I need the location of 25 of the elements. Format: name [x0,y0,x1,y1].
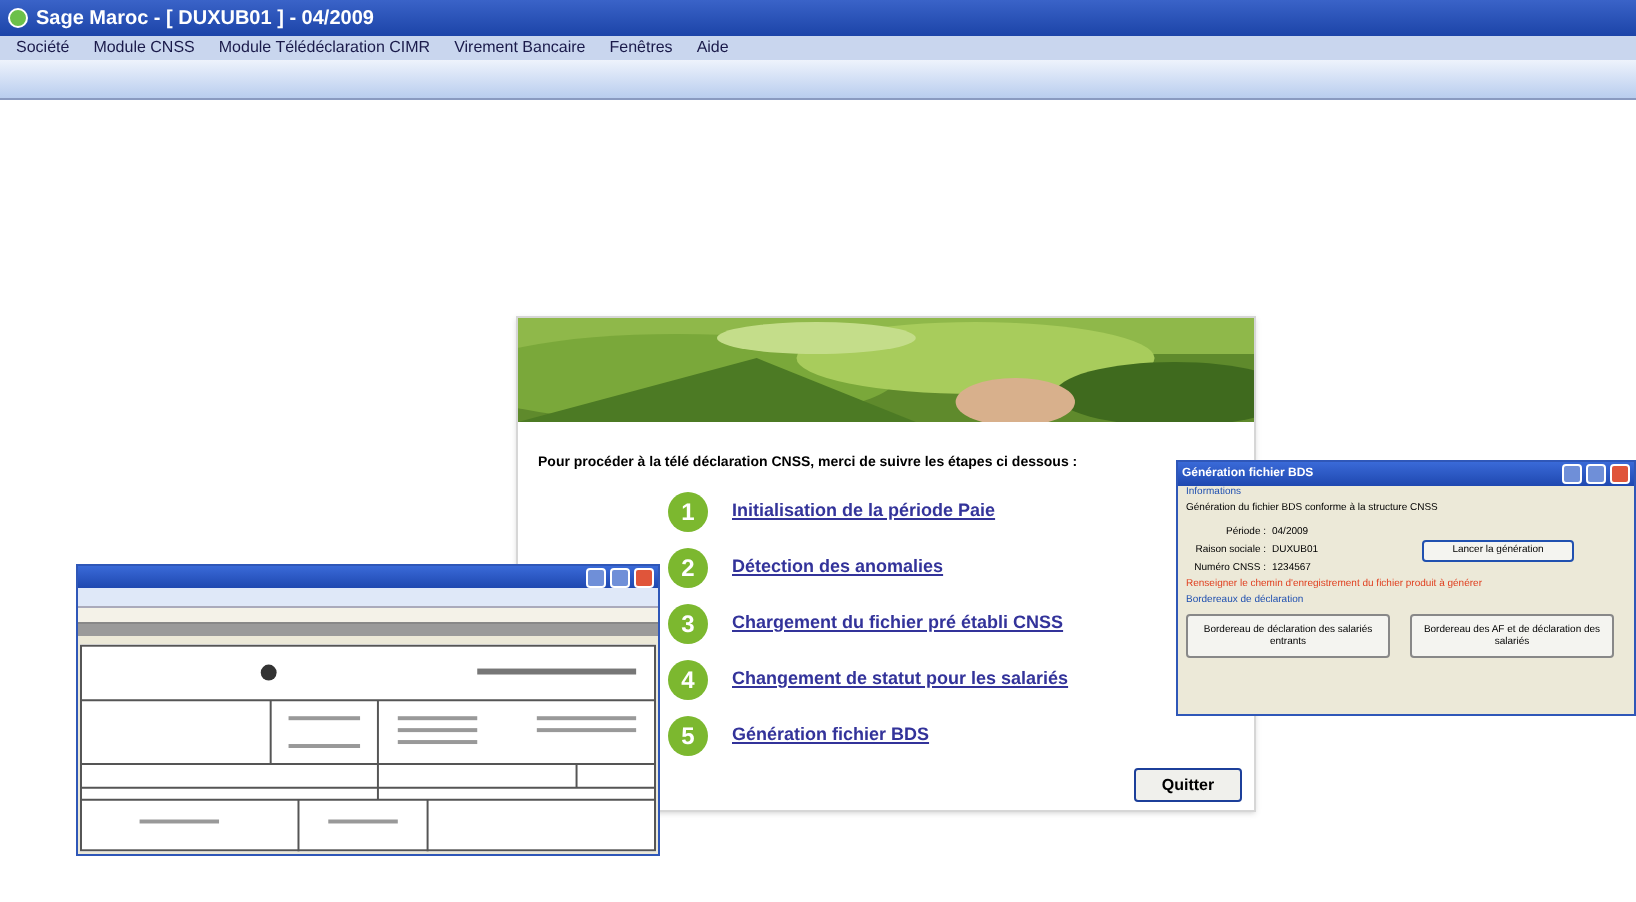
step-number-badge: 4 [668,659,708,699]
menu-item[interactable]: Aide [696,40,729,56]
close-icon[interactable] [634,567,654,587]
quit-button[interactable]: Quitter [1134,768,1242,802]
maximize-icon[interactable] [610,567,630,587]
step-link[interactable]: Changement de statut pour les salariés [732,665,1069,693]
window-title: Sage Maroc - [ DUXUB01 ] - 04/2009 [36,5,374,33]
maximize-icon[interactable] [1586,464,1606,484]
step-link[interactable]: Initialisation de la période Paie [732,497,996,525]
step-link[interactable]: Chargement du fichier pré établi CNSS [732,609,1064,637]
step-number-badge: 5 [668,715,708,755]
menu-item[interactable]: Module Télédéclaration CIMR [218,40,431,56]
menu-item[interactable]: Société [16,40,70,56]
step-link[interactable]: Génération fichier BDS [732,721,930,749]
menu-item[interactable]: Module CNSS [93,40,195,56]
step-number-badge: 2 [668,547,708,587]
step-link[interactable]: Détection des anomalies [732,553,944,581]
close-icon[interactable] [1610,464,1630,484]
app-icon [8,8,28,28]
minimize-icon[interactable] [1562,464,1582,484]
minimize-icon[interactable] [586,567,606,587]
menu-item[interactable]: Virement Bancaire [454,40,586,56]
step-number-badge: 1 [668,491,708,531]
menu-item[interactable]: Fenêtres [609,40,673,56]
step-number-badge: 3 [668,603,708,643]
